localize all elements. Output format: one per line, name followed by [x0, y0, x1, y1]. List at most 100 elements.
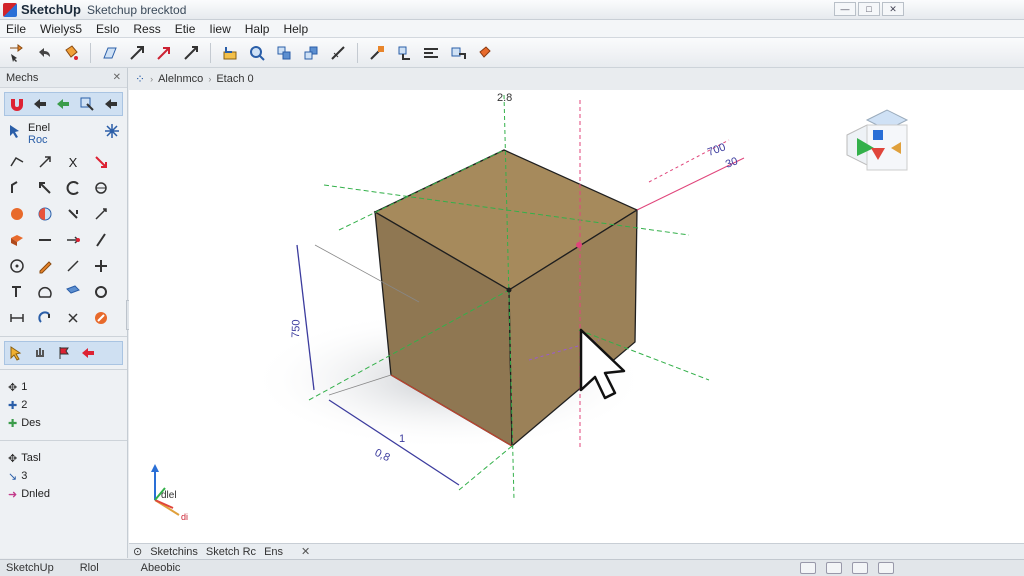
- tab-scene-1[interactable]: Sketchins: [150, 546, 198, 558]
- list-item[interactable]: ✚ 2: [8, 396, 119, 414]
- pull-icon[interactable]: [6, 178, 28, 198]
- panel-divider: [0, 336, 127, 337]
- orbit-tool-icon[interactable]: [90, 178, 112, 198]
- eraser-icon[interactable]: [90, 152, 112, 172]
- rectangle-icon[interactable]: [6, 152, 28, 172]
- arrow-point-icon[interactable]: [62, 230, 84, 250]
- close-button[interactable]: ✕: [882, 2, 904, 16]
- menu-window[interactable]: Halp: [245, 22, 270, 36]
- follow-me-icon[interactable]: [62, 178, 84, 198]
- menu-help[interactable]: Help: [283, 22, 308, 36]
- paint-icon[interactable]: [474, 42, 496, 64]
- target-icon[interactable]: [6, 256, 28, 276]
- paint-bucket-tool-icon[interactable]: [6, 204, 28, 224]
- plus-icon: ✚: [8, 417, 18, 430]
- grid-icon[interactable]: ⁘: [135, 72, 145, 86]
- status-icons: [800, 562, 894, 574]
- panel-close-icon[interactable]: ✕: [113, 72, 121, 83]
- warehouse-icon[interactable]: [447, 42, 469, 64]
- dash-icon[interactable]: [34, 230, 56, 250]
- menu-draw[interactable]: Etie: [175, 22, 196, 36]
- minimize-button[interactable]: —: [834, 2, 856, 16]
- bottom-list: ✥ Tasl ↘ 3 ➜ Dnled: [0, 445, 127, 507]
- layer-list: ✥ 1 ✚ 2 ✚ Des: [0, 374, 127, 436]
- scale-icon[interactable]: [300, 42, 322, 64]
- status-hint: Abeobic: [140, 562, 181, 574]
- arrow-tool-icon[interactable]: [153, 42, 175, 64]
- tape-measure-icon[interactable]: [327, 42, 349, 64]
- list-item[interactable]: ✥ 1: [8, 378, 119, 396]
- green-arrow-icon[interactable]: [55, 95, 73, 113]
- slash-icon[interactable]: [90, 230, 112, 250]
- document-title: Sketchup brecktod: [86, 2, 187, 17]
- protractor-icon[interactable]: [34, 282, 56, 302]
- menu-tools[interactable]: Iiew: [209, 22, 230, 36]
- rotate-icon[interactable]: [273, 42, 295, 64]
- list-item[interactable]: ✥ Tasl: [8, 449, 119, 467]
- flag-icon[interactable]: [55, 344, 73, 362]
- back-red-icon[interactable]: [79, 344, 97, 362]
- list-item[interactable]: ✚ Des: [8, 414, 119, 432]
- line-icon[interactable]: [62, 256, 84, 276]
- scale-tool-icon[interactable]: [90, 204, 112, 224]
- star-burst-icon[interactable]: [103, 122, 121, 140]
- breadcrumb-item[interactable]: Etach 0: [216, 73, 253, 85]
- pencil-icon[interactable]: [34, 256, 56, 276]
- select-icon[interactable]: [78, 95, 96, 113]
- toolbar-separator: [90, 42, 91, 63]
- text-tool-icon[interactable]: [6, 282, 28, 302]
- look-icon[interactable]: [62, 308, 84, 328]
- view-cube-widget[interactable]: [846, 109, 909, 171]
- settings-icon[interactable]: ⊙: [133, 545, 142, 558]
- breadcrumb-item[interactable]: Alelnmco: [158, 73, 203, 85]
- tab-scene-2[interactable]: Sketch Rc: [206, 546, 256, 558]
- push-pull-icon[interactable]: [180, 42, 202, 64]
- select-arrow-icon[interactable]: [6, 42, 28, 64]
- 3d-viewport[interactable]: 2.8 700 30 750 1 0,8 dlel di: [129, 90, 1024, 543]
- half-circle-icon[interactable]: [34, 204, 56, 224]
- pointer-yellow-icon[interactable]: [7, 344, 25, 362]
- walk-icon[interactable]: [34, 308, 56, 328]
- menu-view[interactable]: Eslo: [96, 22, 119, 36]
- measurements-icon[interactable]: [878, 562, 894, 574]
- rotate-tool-icon[interactable]: [62, 204, 84, 224]
- geo-location-icon[interactable]: [800, 562, 816, 574]
- list-item[interactable]: ➜ Dnled: [8, 485, 119, 503]
- offset-icon[interactable]: [246, 42, 268, 64]
- text-icon[interactable]: [366, 42, 388, 64]
- section-plane-icon[interactable]: [62, 282, 84, 302]
- orbit-icon[interactable]: [219, 42, 241, 64]
- arrow-back-icon[interactable]: [31, 95, 49, 113]
- paint-bucket-icon[interactable]: [60, 42, 82, 64]
- left-tool-panel: Mechs ✕ Enel Roc X ✥ 1 ✚ 2 ✚ Des ✥ Tasl …: [0, 68, 128, 558]
- info-icon[interactable]: [852, 562, 868, 574]
- magnet-icon[interactable]: [7, 95, 25, 113]
- list-item[interactable]: ↘ 3: [8, 467, 119, 485]
- credits-icon[interactable]: [826, 562, 842, 574]
- zoom-icon[interactable]: [90, 308, 112, 328]
- menu-camera[interactable]: Ress: [133, 22, 160, 36]
- back-icon[interactable]: [102, 95, 120, 113]
- close-tab-icon[interactable]: ✕: [301, 545, 310, 558]
- menu-file[interactable]: Eile: [6, 22, 26, 36]
- box-icon[interactable]: [6, 230, 28, 250]
- breadcrumb: ⁘ › Alelnmco › Etach 0: [129, 68, 299, 90]
- align-icon[interactable]: [420, 42, 442, 64]
- move-icon[interactable]: [126, 42, 148, 64]
- section-icon[interactable]: [393, 42, 415, 64]
- undo-icon[interactable]: [33, 42, 55, 64]
- dimension-icon[interactable]: [6, 308, 28, 328]
- menu-edit[interactable]: Wielys5: [40, 22, 82, 36]
- pan-icon[interactable]: [90, 256, 112, 276]
- tab-scene-3[interactable]: Ens: [264, 546, 283, 558]
- line-tool-icon[interactable]: [99, 42, 121, 64]
- push-icon[interactable]: [34, 178, 56, 198]
- maximize-button[interactable]: □: [858, 2, 880, 16]
- secondary-tool-row: [4, 341, 123, 365]
- model-canvas[interactable]: 2.8 700 30 750 1 0,8 dlel di: [129, 90, 1024, 543]
- refresh-icon[interactable]: [90, 282, 112, 302]
- pointer-icon[interactable]: [6, 122, 24, 140]
- pan-hand-icon[interactable]: [31, 344, 49, 362]
- circle-icon[interactable]: [34, 152, 56, 172]
- x-icon[interactable]: X: [62, 152, 84, 172]
